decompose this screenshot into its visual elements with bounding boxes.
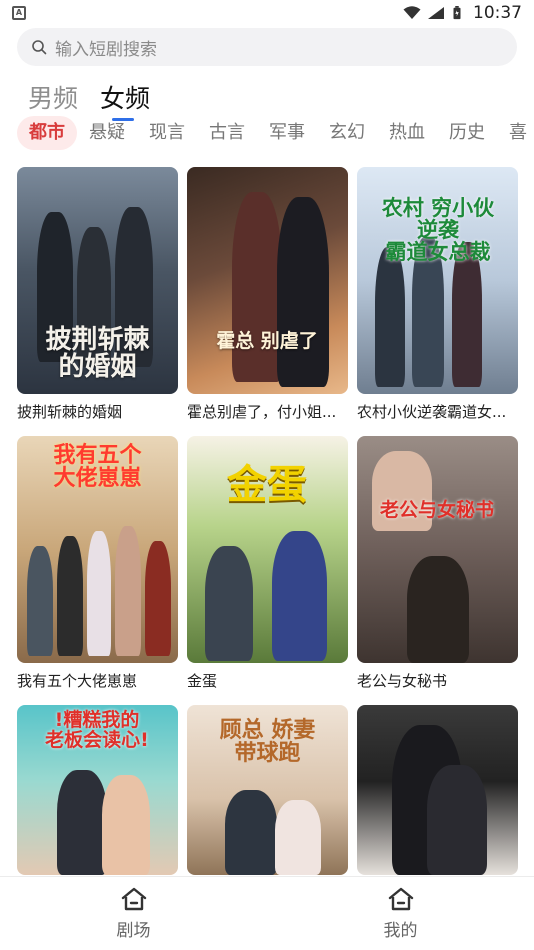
wifi-icon [403,6,421,19]
genre-chip[interactable]: 历史 [437,116,497,150]
drama-poster[interactable]: 老公与女秘书 [357,436,518,663]
poster-title-art: 农村 穷小伙 逆袭 霸道女总裁 [381,196,495,265]
genre-chip[interactable]: 悬疑 [77,116,137,150]
drama-title: 披荆斩棘的婚姻 [17,403,123,421]
poster-title-art: 披荆斩棘 的婚姻 [45,325,150,383]
genre-chip[interactable]: 喜 [497,116,534,150]
nav-theater[interactable]: 剧场 [0,877,267,950]
search-placeholder: 输入短剧搜索 [55,39,157,60]
status-bar: A 10:37 [0,0,534,26]
drama-poster[interactable]: 农村 穷小伙 逆袭 霸道女总裁 [357,167,518,394]
search-icon [32,40,47,55]
poster-title-art: 我有五个 大佬崽崽 [53,443,142,492]
drama-card[interactable]: 老公与女秘书 老公与女秘书 [357,436,518,690]
drama-card[interactable]: 金蛋 金蛋 [187,436,348,690]
drama-poster[interactable] [357,705,518,875]
search-input[interactable]: 输入短剧搜索 [17,28,517,66]
home-icon [388,887,413,911]
bottom-navigation: 剧场 我的 [0,876,534,950]
drama-poster[interactable]: 霍总 别虐了 [187,167,348,394]
drama-poster[interactable]: 披荆斩棘 的婚姻 [17,167,178,394]
drama-poster[interactable]: 金蛋 [187,436,348,663]
tab-male-channel[interactable]: 男频 [28,79,78,121]
genre-chip[interactable]: 热血 [377,116,437,150]
battery-icon [453,6,461,20]
drama-card[interactable]: 顾总 娇妻 带球跑 [187,705,348,875]
cellular-signal-icon [428,7,444,19]
drama-title: 农村小伙逆袭霸道女... [357,403,507,421]
tab-female-channel[interactable]: 女频 [100,79,150,121]
drama-card[interactable] [357,705,518,875]
drama-card[interactable]: 我有五个 大佬崽崽 我有五个大佬崽崽 [17,436,178,690]
genre-chip[interactable]: 古言 [197,116,257,150]
genre-filter-row[interactable]: 都市 悬疑 现言 古言 军事 玄幻 热血 历史 喜 [17,116,534,150]
genre-chip[interactable]: 玄幻 [317,116,377,150]
drama-card[interactable]: !糟糕我的 老板会读心! [17,705,178,875]
poster-title-art: !糟糕我的 老板会读心! [45,709,149,751]
drama-card[interactable]: 霍总 别虐了 霍总别虐了，付小姐... [187,167,348,421]
drama-poster[interactable]: 顾总 娇妻 带球跑 [187,705,348,875]
nav-mine[interactable]: 我的 [267,877,534,950]
genre-chip[interactable]: 现言 [137,116,197,150]
nav-label: 我的 [383,921,418,941]
poster-title-art: 顾总 娇妻 带球跑 [219,718,316,767]
drama-title: 我有五个大佬崽崽 [17,672,138,690]
drama-card[interactable]: 披荆斩棘 的婚姻 披荆斩棘的婚姻 [17,167,178,421]
poster-title-art: 霍总 别虐了 [216,330,318,352]
home-icon [121,887,146,911]
drama-title: 老公与女秘书 [357,672,448,690]
poster-title-art: 老公与女秘书 [379,499,494,521]
poster-title-art: 金蛋 [227,462,307,508]
app-notification-icon: A [12,6,26,20]
drama-card[interactable]: 农村 穷小伙 逆袭 霸道女总裁 农村小伙逆袭霸道女... [357,167,518,421]
channel-tabs: 男频 女频 [28,79,150,121]
genre-chip[interactable]: 都市 [17,116,77,150]
drama-poster[interactable]: 我有五个 大佬崽崽 [17,436,178,663]
drama-grid: 披荆斩棘 的婚姻 披荆斩棘的婚姻 霍总 别虐了 霍总别虐了，付小姐... 农村 … [17,167,518,875]
drama-title: 霍总别虐了，付小姐... [187,403,337,421]
drama-poster[interactable]: !糟糕我的 老板会读心! [17,705,178,875]
drama-title: 金蛋 [187,672,218,690]
genre-chip[interactable]: 军事 [257,116,317,150]
clock: 10:37 [473,3,522,23]
nav-label: 剧场 [116,921,151,941]
